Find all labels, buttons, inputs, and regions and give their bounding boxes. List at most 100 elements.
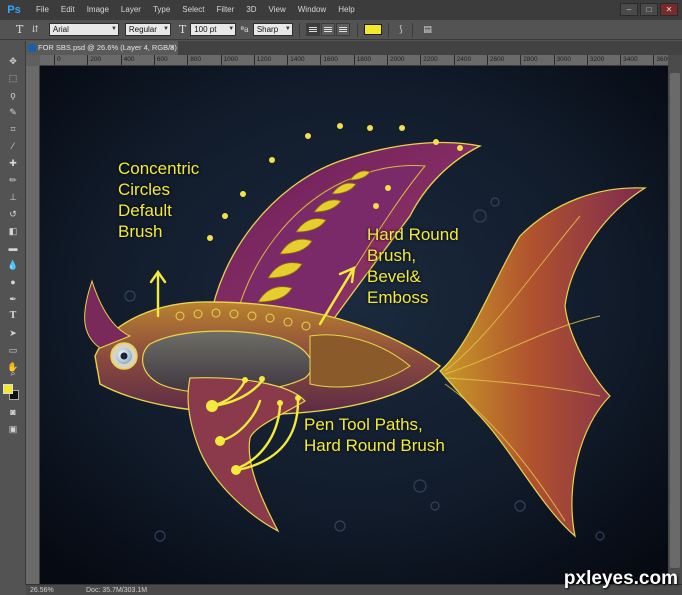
font-size-icon: T: [178, 23, 187, 36]
ruler-tick-label: 3000: [553, 55, 571, 65]
separator: [387, 22, 389, 37]
document-info[interactable]: Doc: 35.7M/303.1M: [86, 585, 147, 595]
clone-stamp-icon[interactable]: ⊥: [4, 191, 22, 203]
ruler-tick-label: 3400: [620, 55, 638, 65]
maximize-icon[interactable]: □: [640, 3, 658, 16]
align-left-icon[interactable]: [305, 23, 320, 36]
lasso-tool-icon[interactable]: ϙ: [4, 89, 22, 101]
marquee-tool-icon[interactable]: ⬚: [4, 72, 22, 84]
ruler-tick-label: 3600: [653, 55, 668, 65]
brush-tool-icon[interactable]: ✏: [4, 174, 22, 186]
eyedropper-tool-icon[interactable]: ⁄: [4, 140, 22, 152]
menu-help[interactable]: Help: [332, 0, 360, 20]
ruler-origin[interactable]: [26, 55, 40, 66]
menu-type[interactable]: Type: [147, 0, 176, 20]
close-icon[interactable]: ✕: [660, 3, 678, 16]
antialias-value: Sharp: [256, 25, 279, 34]
eraser-tool-icon[interactable]: ◧: [4, 225, 22, 237]
antialias-icon: ªa: [240, 25, 249, 34]
ruler-tick-label: 2200: [420, 55, 438, 65]
vertical-ruler[interactable]: [26, 66, 40, 584]
warp-text-icon[interactable]: ⟆: [399, 25, 403, 35]
path-select-icon[interactable]: ➤: [4, 327, 22, 339]
zoom-tool-icon[interactable]: ⌕: [4, 367, 22, 379]
font-family-select[interactable]: Arial ▼: [48, 23, 119, 36]
history-brush-icon[interactable]: ↺: [4, 208, 22, 220]
healing-brush-icon[interactable]: ✚: [4, 157, 22, 169]
chevron-down-icon: ▼: [110, 26, 117, 32]
toggle-orientation-icon[interactable]: ⇵: [31, 25, 39, 35]
foreground-color-swatch[interactable]: [3, 384, 13, 394]
gradient-tool-icon[interactable]: ▬: [4, 242, 22, 254]
menu-items: File Edit Image Layer Type Select Filter…: [30, 0, 361, 20]
align-right-icon[interactable]: [335, 23, 350, 36]
type-tool-icon[interactable]: T: [16, 23, 23, 36]
align-center-icon[interactable]: [320, 23, 335, 36]
chevron-down-icon: ▼: [162, 26, 169, 32]
ruler-tick-label: 1000: [220, 55, 238, 65]
annotation-concentric-circles: Concentric Circles Default Brush: [118, 159, 200, 241]
font-style-value: Regular: [128, 25, 157, 34]
horizontal-ruler[interactable]: 0 200 400 600 800 1000 1200 1400 1600 1800 2000 220…: [40, 55, 668, 66]
move-tool-icon[interactable]: ✥: [4, 55, 22, 67]
blur-tool-icon[interactable]: 💧: [4, 259, 22, 271]
options-bar: T ⇵ Arial ▼ Regular ▼ T 100 pt ▼ ªa Sharp ▼ …: [0, 20, 682, 40]
close-tab-icon[interactable]: ✕: [169, 41, 175, 55]
dodge-tool-icon[interactable]: ●: [4, 276, 22, 288]
menu-layer[interactable]: Layer: [115, 0, 147, 20]
photoshop-logo: Ps: [7, 4, 21, 16]
minimize-icon[interactable]: –: [620, 3, 638, 16]
pen-tool-icon[interactable]: ✒: [4, 293, 22, 305]
psd-file-icon: [28, 44, 36, 52]
font-size-select[interactable]: 100 pt ▼: [190, 23, 237, 36]
menu-bar: Ps File Edit Image Layer Type Select Fil…: [0, 0, 682, 20]
separator: [356, 22, 358, 37]
menu-edit[interactable]: Edit: [55, 0, 81, 20]
vertical-scrollbar[interactable]: [668, 55, 682, 584]
document-tab[interactable]: FOR SBS.psd @ 26.6% (Layer 4, RGB/8) * ✕: [26, 41, 178, 66]
document-canvas[interactable]: Concentric Circles Default Brush Hard Ro…: [40, 66, 668, 584]
ruler-tick-label: 2000: [387, 55, 404, 65]
artwork: [40, 66, 668, 584]
window-controls: – □ ✕: [620, 3, 678, 16]
menu-3d[interactable]: 3D: [240, 0, 262, 20]
scrollbar-thumb[interactable]: [670, 73, 680, 568]
font-family-value: Arial: [52, 25, 69, 34]
ruler-tick-label: 800: [187, 55, 201, 65]
text-color-swatch[interactable]: [363, 24, 382, 35]
type-tool-icon[interactable]: T: [4, 310, 22, 322]
chevron-down-icon: ▼: [284, 26, 291, 32]
shape-tool-icon[interactable]: ▭: [4, 344, 22, 356]
watermark: pxleyes.com: [563, 568, 678, 589]
ruler-tick-label: 1400: [287, 55, 305, 65]
quick-select-tool-icon[interactable]: ✎: [4, 106, 22, 118]
annotation-pen-tool-paths: Pen Tool Paths, Hard Round Brush: [304, 415, 445, 455]
crop-tool-icon[interactable]: ⌗: [4, 123, 22, 135]
character-panel-icon[interactable]: ▤: [423, 25, 432, 35]
ruler-tick-label: 1800: [353, 55, 371, 65]
zoom-level[interactable]: 26.56%: [30, 585, 54, 595]
toolbox: ✥ ⬚ ϙ ✎ ⌗ ⁄ ✚ ✏ ⊥ ↺ ◧ ▬ 💧 ● ✒ T ➤ ▭ ✋ ⌕ …: [0, 41, 26, 585]
menu-filter[interactable]: Filter: [211, 0, 241, 20]
screen-mode-icon[interactable]: ▣: [4, 423, 22, 435]
ruler-tick-label: 1200: [253, 55, 271, 65]
menu-select[interactable]: Select: [176, 0, 210, 20]
annotation-hard-round-brush: Hard Round Brush, Bevel& Emboss: [367, 225, 459, 307]
quick-mask-icon[interactable]: ◙: [4, 406, 22, 418]
menu-view[interactable]: View: [263, 0, 292, 20]
ruler-tick-label: 200: [87, 55, 101, 65]
menu-image[interactable]: Image: [81, 0, 115, 20]
separator: [298, 22, 300, 37]
menu-file[interactable]: File: [30, 0, 55, 20]
antialias-select[interactable]: Sharp ▼: [252, 23, 293, 36]
document-tab-bar: FOR SBS.psd @ 26.6% (Layer 4, RGB/8) * ✕: [26, 41, 682, 66]
menu-window[interactable]: Window: [292, 0, 332, 20]
font-size-value: 100 pt: [194, 25, 217, 34]
ruler-tick-label: 2400: [453, 55, 471, 65]
ruler-tick-label: 0: [54, 55, 61, 65]
ruler-tick-label: 3200: [586, 55, 604, 65]
ruler-tick-label: 400: [120, 55, 134, 65]
font-style-select[interactable]: Regular ▼: [124, 23, 171, 36]
chevron-down-icon: ▼: [228, 26, 235, 32]
separator: [412, 22, 414, 37]
